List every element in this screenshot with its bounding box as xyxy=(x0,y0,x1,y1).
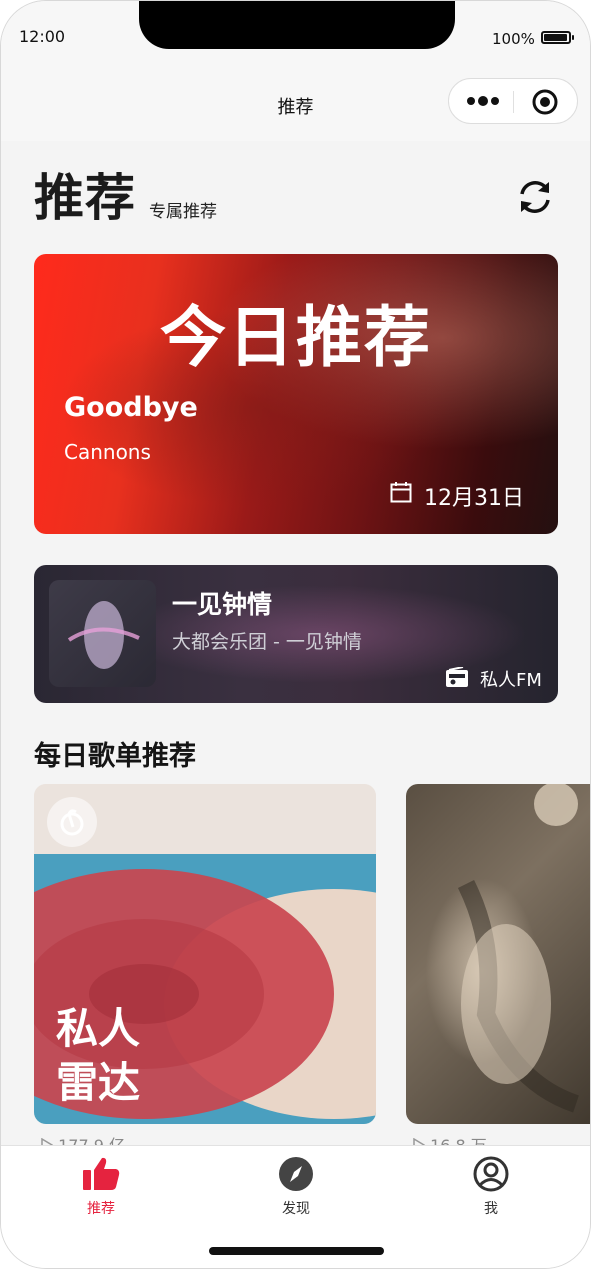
album-art-image xyxy=(67,601,140,669)
private-fm-card[interactable]: 一见钟情 大都会乐团 - 一见钟情 私人FM xyxy=(34,565,558,703)
private-fm-label: 私人FM xyxy=(480,670,542,691)
thumbs-up-icon xyxy=(83,1157,120,1190)
battery-percentage: 100% xyxy=(492,30,535,48)
battery-icon xyxy=(541,31,574,44)
playlist-cover-image xyxy=(457,784,580,1113)
fm-song-subtitle: 大都会乐团 - 一见钟情 xyxy=(172,631,362,653)
netease-logo-icon xyxy=(47,797,97,847)
radio-icon xyxy=(446,667,468,687)
capsule-divider xyxy=(513,91,514,113)
daily-recommend-card[interactable]: 今日推荐 Goodbye Cannons 12月31日 xyxy=(34,254,558,534)
section-title-daily-playlists: 每日歌单推荐 xyxy=(34,741,196,772)
status-time: 12:00 xyxy=(19,27,66,46)
tab-label: 推荐 xyxy=(87,1201,115,1217)
user-icon xyxy=(473,1156,509,1192)
song-title: Goodbye xyxy=(64,392,198,423)
album-cover xyxy=(49,580,156,687)
tab-discover[interactable]: 发现 xyxy=(236,1154,356,1218)
notch xyxy=(139,1,455,49)
target-icon[interactable] xyxy=(531,88,559,116)
playlist-card[interactable]: 私人 雷达 xyxy=(34,784,376,1124)
playlist-name: 私人 雷达 xyxy=(56,1004,141,1107)
home-indicator xyxy=(209,1247,384,1255)
tab-label: 我 xyxy=(484,1201,498,1217)
tab-label: 发现 xyxy=(282,1201,310,1217)
compass-icon xyxy=(279,1157,313,1191)
playlist-card[interactable] xyxy=(406,784,590,1124)
tab-me[interactable]: 我 xyxy=(431,1154,551,1218)
phone-frame: 12:00 100% 推荐 推荐 专属推荐 今日推荐 Goodbye Canno… xyxy=(0,0,591,1269)
status-bar: 12:00 100% xyxy=(1,1,590,61)
fm-song-title: 一见钟情 xyxy=(172,590,273,619)
tab-recommend[interactable]: 推荐 xyxy=(41,1154,161,1218)
refresh-icon[interactable] xyxy=(515,177,555,217)
navigation-bar: 推荐 xyxy=(1,61,590,141)
mini-program-capsule[interactable] xyxy=(448,78,578,124)
daily-recommend-heading: 今日推荐 xyxy=(160,299,432,376)
page-subtitle: 专属推荐 xyxy=(149,202,217,222)
song-artist: Cannons xyxy=(64,440,151,464)
calendar-icon xyxy=(390,482,412,503)
page-title: 推荐 xyxy=(34,169,136,227)
recommend-date: 12月31日 xyxy=(424,486,524,511)
more-dots-icon[interactable] xyxy=(465,92,503,110)
